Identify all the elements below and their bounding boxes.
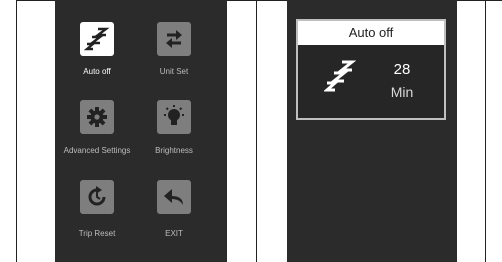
auto-off-label: Auto off: [83, 67, 111, 76]
trip-reset-button[interactable]: [80, 180, 114, 214]
sleep-zz-icon: [84, 27, 110, 51]
unit-set-button[interactable]: [157, 22, 191, 56]
bulb-icon: [164, 105, 184, 125]
swap-arrows-icon: [166, 30, 182, 48]
unit-set-label: Unit Set: [159, 67, 189, 76]
auto-off-unit: Min: [390, 84, 414, 100]
advanced-settings-label: Advanced Settings: [63, 146, 131, 155]
dialog-title: Auto off: [298, 21, 444, 45]
auto-off-dialog: Auto off 28 Min: [296, 19, 446, 120]
exit-button[interactable]: [157, 180, 191, 214]
frame-right-line: [485, 0, 486, 262]
advanced-settings-button[interactable]: [80, 100, 114, 134]
brightness-label: Brightness: [155, 146, 193, 155]
back-arrow-icon: [164, 189, 183, 205]
trip-reset-label: Trip Reset: [78, 229, 116, 238]
auto-off-value[interactable]: 28: [382, 61, 422, 78]
exit-label: EXIT: [165, 229, 183, 238]
reset-icon: [88, 186, 106, 206]
frame-mid-line: [256, 0, 257, 262]
frame-left-line: [16, 0, 17, 262]
auto-off-button[interactable]: [80, 22, 114, 56]
sleep-zz-icon: [324, 60, 356, 92]
gear-icon: [87, 107, 107, 127]
brightness-button[interactable]: [157, 100, 191, 134]
